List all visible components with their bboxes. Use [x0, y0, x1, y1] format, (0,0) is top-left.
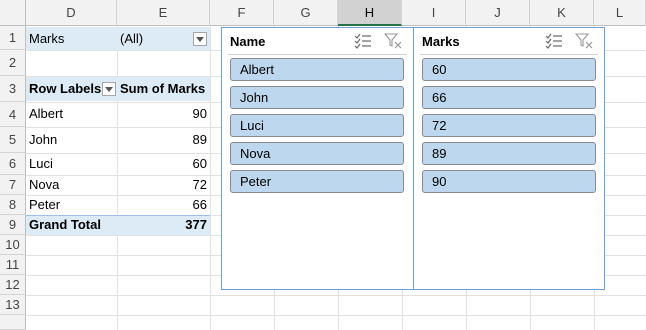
sum-of-marks-header: Sum of Marks: [120, 81, 206, 96]
slicer-title: Marks: [422, 34, 460, 49]
pivot-row-label: Luci: [29, 156, 53, 171]
row-header-8[interactable]: 8: [0, 195, 26, 215]
column-header-g[interactable]: G: [274, 0, 338, 26]
slicer-item-90[interactable]: 90: [422, 170, 596, 193]
slicer-item-albert[interactable]: Albert: [230, 58, 404, 81]
row-labels-dropdown-icon[interactable]: [102, 82, 116, 96]
column-header-d[interactable]: D: [26, 0, 117, 26]
dropdown-arrow-icon[interactable]: [193, 32, 207, 46]
pivot-filter-value[interactable]: (All): [120, 29, 143, 49]
pivot-row-label: Nova: [29, 177, 60, 192]
multi-select-icon[interactable]: [354, 33, 372, 49]
slicer-item-72[interactable]: 72: [422, 114, 596, 137]
pivot-row-label: Albert: [29, 106, 63, 121]
pivot-row-value: 72: [192, 177, 207, 192]
column-header-k[interactable]: K: [530, 0, 594, 26]
slicer-divider: [420, 54, 598, 55]
marks-slicer[interactable]: Marks 60 66 72 89 90: [413, 27, 605, 290]
row-header-3[interactable]: 3: [0, 76, 26, 102]
multi-select-icon[interactable]: [545, 33, 563, 49]
pivot-row-value: 89: [192, 132, 207, 147]
slicer-item-66[interactable]: 66: [422, 86, 596, 109]
row-header-5[interactable]: 5: [0, 127, 26, 153]
row-header-12[interactable]: 12: [0, 275, 26, 295]
row-header-14-partial[interactable]: [0, 315, 26, 330]
pivot-filter-field: Marks: [29, 31, 65, 46]
column-header-e[interactable]: E: [117, 0, 210, 26]
row-header-2[interactable]: 2: [0, 50, 26, 76]
column-header-h[interactable]: H: [338, 0, 402, 26]
pivot-row-value: 66: [192, 197, 207, 212]
pivot-row-label: John: [29, 132, 58, 147]
row-labels-header: Row Labels: [29, 81, 102, 96]
row-header-6[interactable]: 6: [0, 153, 26, 175]
clear-filter-icon[interactable]: [383, 33, 402, 49]
slicer-item-nova[interactable]: Nova: [230, 142, 404, 165]
column-header-f[interactable]: F: [210, 0, 274, 26]
column-header-j[interactable]: J: [466, 0, 530, 26]
slicer-item-luci[interactable]: Luci: [230, 114, 404, 137]
pivot-row-label: Peter: [29, 197, 61, 212]
pivot-row-value: 60: [192, 156, 207, 171]
slicer-item-60[interactable]: 60: [422, 58, 596, 81]
row-header-1[interactable]: 1: [0, 26, 26, 50]
slicer-item-89[interactable]: 89: [422, 142, 596, 165]
pivot-row-value: 90: [192, 106, 207, 121]
grand-total-value: 377: [185, 217, 207, 232]
row-header-13[interactable]: 13: [0, 295, 26, 315]
select-all-corner[interactable]: [0, 0, 26, 26]
grand-total-label: Grand Total: [29, 217, 101, 232]
column-header-l[interactable]: L: [594, 0, 646, 26]
name-slicer[interactable]: Name Albert John Luci Nova Peter: [221, 27, 414, 290]
clear-filter-icon[interactable]: [574, 33, 593, 49]
row-header-11[interactable]: 11: [0, 255, 26, 275]
row-header-7[interactable]: 7: [0, 175, 26, 195]
row-header-4[interactable]: 4: [0, 102, 26, 127]
row-header-9[interactable]: 9: [0, 215, 26, 235]
slicer-title: Name: [230, 34, 266, 49]
slicer-item-john[interactable]: John: [230, 86, 404, 109]
row-header-10[interactable]: 10: [0, 235, 26, 255]
column-header-i[interactable]: I: [402, 0, 466, 26]
slicer-divider: [228, 54, 407, 55]
slicer-item-peter[interactable]: Peter: [230, 170, 404, 193]
